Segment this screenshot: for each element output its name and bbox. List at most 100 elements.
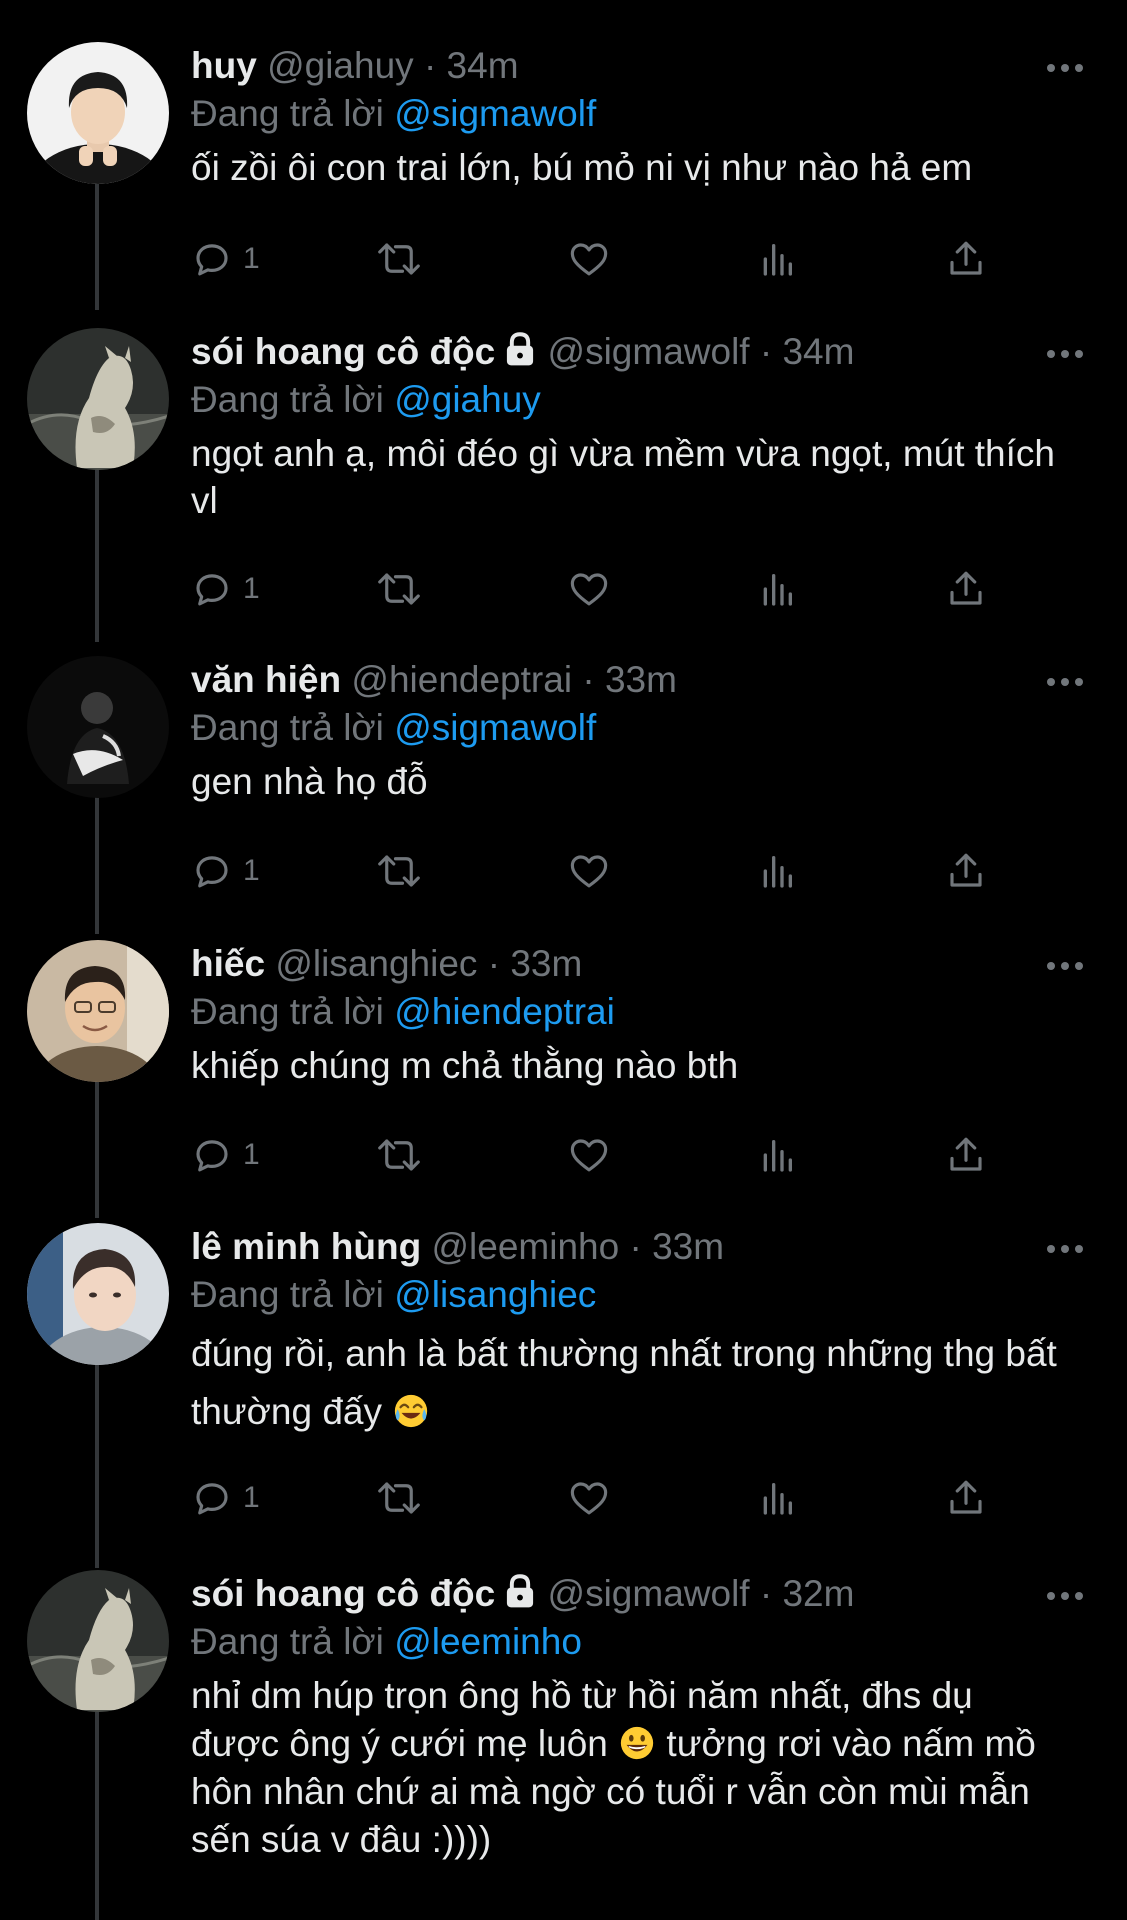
like-button[interactable] — [567, 1473, 611, 1523]
display-name[interactable]: huy — [191, 45, 257, 86]
timestamp[interactable]: 33m — [652, 1226, 724, 1267]
more-options-icon[interactable] — [1045, 1223, 1085, 1271]
more-options-icon[interactable] — [1045, 328, 1085, 376]
share-button[interactable] — [945, 1473, 987, 1523]
mention-link[interactable]: @sigmawolf — [394, 93, 596, 134]
like-button[interactable] — [567, 846, 611, 896]
tweet-text: nhỉ dm húp trọn ông hồ từ hồi năm nhất, … — [191, 1672, 1071, 1864]
display-name[interactable]: lê minh hùng — [191, 1226, 421, 1267]
timestamp[interactable]: 33m — [510, 943, 582, 984]
mention-link[interactable]: @sigmawolf — [394, 707, 596, 748]
tweet-actions: 1 — [191, 1130, 1011, 1180]
display-name[interactable]: sói hoang cô độc — [191, 331, 495, 372]
reply-count: 1 — [243, 1481, 260, 1514]
tweet-text: khiếp chúng m chả thằng nào bth — [191, 1045, 739, 1086]
separator-dot: · — [759, 1573, 773, 1614]
timestamp[interactable]: 34m — [782, 331, 854, 372]
share-button[interactable] — [945, 564, 987, 614]
user-handle[interactable]: @lisanghiec — [275, 943, 477, 984]
heart-icon — [570, 1139, 608, 1172]
avatar[interactable] — [27, 656, 169, 798]
tweet-text: ngọt anh ạ, môi đéo gì vừa mềm vừa ngọt,… — [191, 433, 1055, 521]
retweet-icon — [378, 243, 420, 275]
more-options-icon[interactable] — [1045, 1570, 1085, 1618]
user-handle[interactable]: @hiendeptrai — [351, 659, 572, 700]
timestamp[interactable]: 34m — [447, 45, 519, 86]
replying-to-label: Đang trả lời — [191, 1274, 384, 1315]
views-button[interactable] — [757, 564, 797, 614]
reply-button[interactable]: 1 — [191, 1473, 260, 1523]
reply-button[interactable]: 1 — [191, 846, 260, 896]
separator-dot: · — [423, 45, 437, 86]
reply-button[interactable]: 1 — [191, 234, 260, 284]
retweet-button[interactable] — [376, 1130, 422, 1180]
user-handle[interactable]: @giahuy — [267, 45, 414, 86]
reply-icon — [196, 1140, 228, 1172]
separator-dot: · — [629, 1226, 642, 1267]
retweet-button[interactable] — [376, 234, 422, 284]
user-handle[interactable]: @leeminho — [431, 1226, 619, 1267]
avatar[interactable] — [27, 328, 169, 470]
thread-connector — [95, 1712, 99, 1920]
thread-connector — [95, 468, 99, 642]
retweet-button[interactable] — [376, 1473, 422, 1523]
mention-link[interactable]: @hiendeptrai — [394, 991, 615, 1032]
reply-thread: huy @giahuy · 34m Đang trả lời @sigmawol… — [0, 0, 1127, 1920]
display-name[interactable]: văn hiện — [191, 659, 341, 700]
separator-dot: · — [582, 659, 595, 700]
share-icon — [950, 1137, 982, 1171]
tweet-text: đúng rồi, anh là bất thường nhất trong n… — [191, 1325, 1071, 1441]
mention-link[interactable]: @leeminho — [394, 1621, 582, 1662]
reply-button[interactable]: 1 — [191, 564, 260, 614]
mention-link[interactable]: @giahuy — [394, 379, 541, 420]
reply-count: 1 — [243, 242, 260, 275]
replying-to-label: Đang trả lời — [191, 707, 384, 748]
separator-dot: · — [487, 943, 501, 984]
mention-link[interactable]: @lisanghiec — [394, 1274, 596, 1315]
views-button[interactable] — [757, 1473, 797, 1523]
lock-icon — [507, 1574, 534, 1608]
retweet-button[interactable] — [376, 846, 422, 896]
tweet-text-segment: đúng rồi, anh là bất thường nhất trong n… — [191, 1333, 1057, 1432]
share-button[interactable] — [945, 846, 987, 896]
share-button[interactable] — [945, 234, 987, 284]
thread-connector — [95, 1080, 99, 1218]
replying-to-label: Đang trả lời — [191, 379, 384, 420]
like-button[interactable] — [567, 564, 611, 614]
avatar[interactable] — [27, 42, 169, 184]
reply-icon — [196, 856, 228, 888]
user-handle[interactable]: @sigmawolf — [548, 331, 750, 372]
display-name[interactable]: hiếc — [191, 943, 265, 984]
like-button[interactable] — [567, 1130, 611, 1180]
tweet-actions: 1 — [191, 846, 1011, 896]
avatar[interactable] — [27, 1570, 169, 1712]
tweet-actions: 1 — [191, 564, 1011, 614]
analytics-icon — [763, 856, 792, 888]
more-options-icon[interactable] — [1045, 656, 1085, 704]
reply-icon — [196, 574, 228, 606]
avatar[interactable] — [27, 1223, 169, 1365]
more-options-icon[interactable] — [1045, 940, 1085, 988]
tweet-actions: 1 — [191, 234, 1011, 284]
reply-button[interactable]: 1 — [191, 1130, 260, 1180]
grinning-face-emoji — [620, 1726, 654, 1760]
views-button[interactable] — [757, 1130, 797, 1180]
display-name[interactable]: sói hoang cô độc — [191, 1573, 495, 1614]
timestamp[interactable]: 33m — [605, 659, 677, 700]
retweet-button[interactable] — [376, 564, 422, 614]
like-button[interactable] — [567, 234, 611, 284]
share-icon — [950, 241, 982, 275]
retweet-icon — [378, 573, 420, 605]
analytics-icon — [763, 574, 792, 606]
share-button[interactable] — [945, 1130, 987, 1180]
separator-dot: · — [759, 331, 773, 372]
user-handle[interactable]: @sigmawolf — [548, 1573, 750, 1614]
views-button[interactable] — [757, 846, 797, 896]
analytics-icon — [763, 1483, 792, 1515]
timestamp[interactable]: 32m — [782, 1573, 854, 1614]
views-button[interactable] — [757, 234, 797, 284]
replying-to-label: Đang trả lời — [191, 1621, 384, 1662]
more-options-icon[interactable] — [1045, 42, 1085, 90]
analytics-icon — [763, 244, 792, 276]
avatar[interactable] — [27, 940, 169, 1082]
